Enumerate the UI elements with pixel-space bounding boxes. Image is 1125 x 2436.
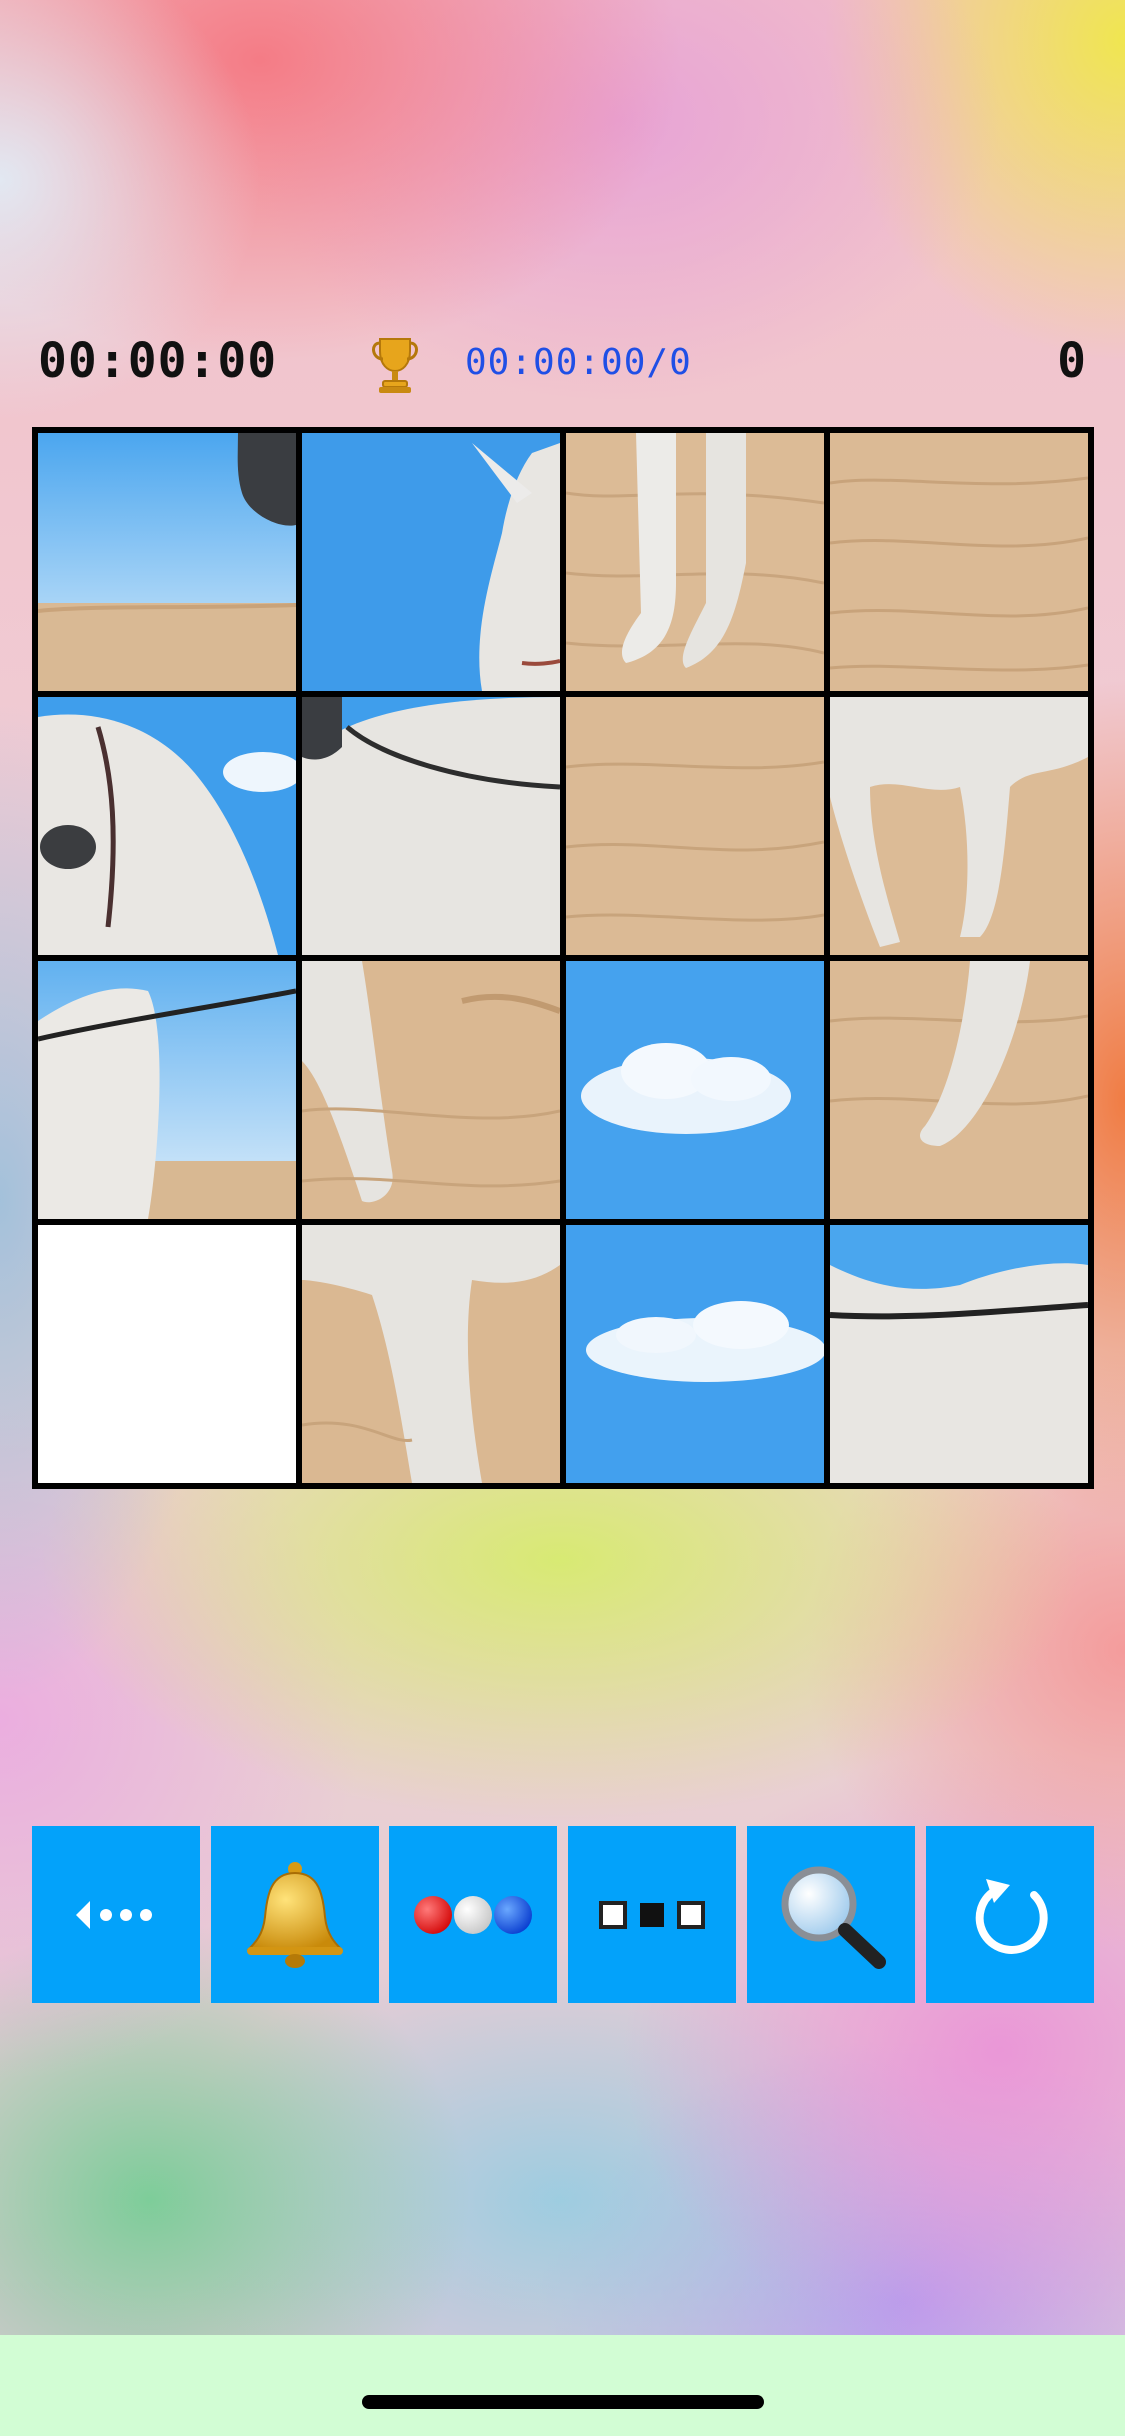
color-dots-icon bbox=[414, 1895, 532, 1934]
grid-size-button[interactable] bbox=[568, 1826, 736, 2003]
toolbar bbox=[32, 1826, 1094, 2003]
puzzle-tile[interactable] bbox=[302, 433, 560, 691]
puzzle-tile[interactable] bbox=[830, 433, 1088, 691]
sound-button[interactable] bbox=[211, 1826, 379, 2003]
puzzle-tile[interactable] bbox=[566, 433, 824, 691]
back-dots-icon bbox=[76, 1900, 152, 1929]
puzzle-tile[interactable] bbox=[566, 1225, 824, 1483]
elapsed-timer: 00:00:00 bbox=[38, 333, 278, 389]
trophy-icon bbox=[372, 338, 418, 393]
puzzle-tile[interactable] bbox=[830, 1225, 1088, 1483]
best-record: 00:00:00/0 bbox=[465, 342, 692, 383]
puzzle-tile[interactable] bbox=[830, 961, 1088, 1219]
refresh-icon bbox=[975, 1878, 1048, 1954]
bottom-safe-area bbox=[0, 2335, 1125, 2436]
home-indicator[interactable] bbox=[362, 2395, 764, 2409]
puzzle-tile[interactable] bbox=[566, 961, 824, 1219]
puzzle-tile[interactable] bbox=[302, 1225, 560, 1483]
squares-icon bbox=[599, 1900, 705, 1929]
magnifier-icon bbox=[781, 1866, 886, 1969]
colors-button[interactable] bbox=[389, 1826, 557, 2003]
empty-slot[interactable] bbox=[38, 1225, 296, 1483]
puzzle-tile[interactable] bbox=[302, 961, 560, 1219]
bell-icon bbox=[246, 1861, 344, 1968]
puzzle-tile[interactable] bbox=[830, 697, 1088, 955]
back-button[interactable] bbox=[32, 1826, 200, 2003]
puzzle-tile[interactable] bbox=[38, 961, 296, 1219]
puzzle-tile[interactable] bbox=[38, 697, 296, 955]
preview-button[interactable] bbox=[747, 1826, 915, 2003]
restart-button[interactable] bbox=[926, 1826, 1094, 2003]
puzzle-board bbox=[32, 427, 1094, 1489]
puzzle-tile[interactable] bbox=[302, 697, 560, 955]
move-counter: 0 bbox=[1057, 333, 1087, 389]
puzzle-tile[interactable] bbox=[566, 697, 824, 955]
puzzle-tile[interactable] bbox=[38, 433, 296, 691]
